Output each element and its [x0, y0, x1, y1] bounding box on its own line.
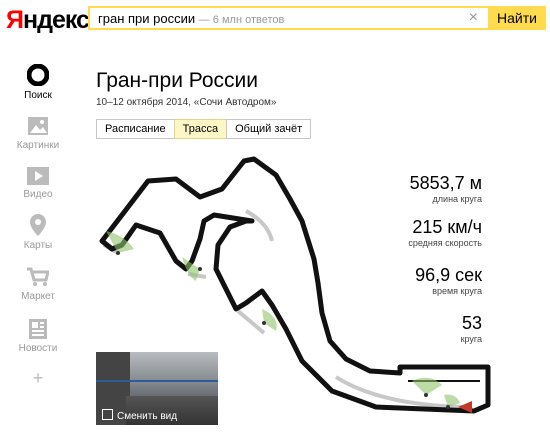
tab-track[interactable]: Трасса [173, 119, 228, 139]
stat-label: круга [460, 334, 482, 344]
sidebar-item-label: Поиск [24, 90, 52, 101]
sidebar-item-label: Картинки [16, 140, 60, 151]
sidebar-item-video[interactable]: Видео [0, 167, 76, 200]
search-input[interactable]: гран при россии — 6 млн ответов × [88, 6, 488, 30]
camera-point[interactable] [116, 251, 120, 255]
stat-lap-time: 96,9 сек время круга [352, 264, 482, 296]
cart-icon [27, 267, 49, 286]
stat-lap-length: 5853,7 м длина круга [352, 172, 482, 204]
change-view-button[interactable]: Сменить вид [102, 409, 177, 422]
news-icon [29, 319, 47, 339]
stat-value: 215 км/ч [412, 217, 482, 237]
search-hint: — 6 млн ответов [198, 14, 285, 26]
camera-point[interactable] [446, 405, 450, 409]
search-icon [27, 64, 49, 86]
runoff-line [236, 309, 266, 335]
sidebar-item-news[interactable]: Новости [0, 319, 76, 354]
view-thumbnail[interactable]: Сменить вид [96, 352, 218, 425]
stat-label: средняя скорость [408, 238, 482, 248]
external-view-icon [102, 409, 113, 420]
sidebar-item-market[interactable]: Маркет [0, 267, 76, 302]
yandex-logo[interactable]: Яндекс [6, 6, 90, 34]
search-query: гран при россии — 6 млн ответов [98, 11, 285, 26]
tab-standings[interactable]: Общий зачёт [226, 119, 312, 139]
sidebar-item-search[interactable]: Поиск [0, 64, 76, 101]
images-icon [28, 117, 48, 135]
stat-value: 5853,7 м [409, 173, 482, 193]
stat-value: 53 [461, 313, 482, 333]
find-button[interactable]: Найти [488, 6, 546, 30]
sidebar-item-label: Видео [23, 189, 53, 200]
thumbnail-image [96, 380, 218, 382]
video-icon [27, 167, 49, 185]
event-subtitle: 10–12 октября 2014, «Сочи Автодром» [96, 97, 277, 108]
tab-bar: Расписание Трасса Общий зачёт [96, 119, 312, 139]
sidebar-item-maps[interactable]: Карты [0, 214, 76, 251]
stat-label: длина круга [432, 194, 482, 204]
stat-label: время круга [432, 286, 482, 296]
sidebar-item-label: Карты [23, 240, 53, 251]
page-title[interactable]: Гран-при России [96, 68, 258, 94]
sidebar-item-label: Новости [18, 343, 58, 354]
more-services-icon[interactable]: + [0, 368, 76, 388]
stat-avg-speed: 215 км/ч средняя скорость [352, 216, 482, 248]
stat-laps: 53 круга [352, 312, 482, 344]
clear-icon[interactable]: × [469, 10, 478, 26]
camera-point[interactable] [262, 321, 266, 325]
header: Яндекс гран при россии — 6 млн ответов ×… [0, 0, 550, 38]
camera-point[interactable] [198, 267, 202, 271]
sidebar-item-images[interactable]: Картинки [0, 116, 76, 151]
change-view-label: Сменить вид [117, 411, 178, 422]
camera-point[interactable] [424, 393, 428, 397]
sidebar-item-label: Маркет [21, 291, 55, 302]
stat-value: 96,9 сек [415, 265, 482, 285]
map-pin-icon [30, 214, 46, 236]
runoff-line [245, 209, 274, 242]
tab-schedule[interactable]: Расписание [96, 119, 175, 139]
